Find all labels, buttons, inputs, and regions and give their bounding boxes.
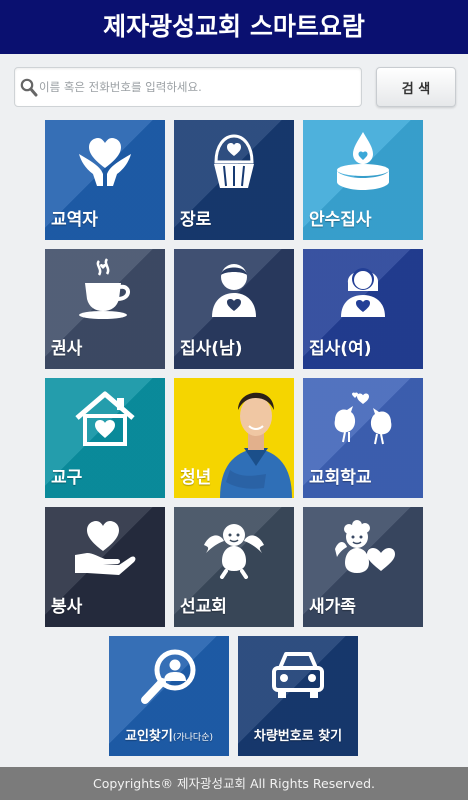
tile-find-by-car[interactable]: 차량번호로 찾기 — [238, 636, 358, 756]
tile-elders[interactable]: 장로 — [174, 120, 294, 240]
teacup-icon — [79, 258, 130, 319]
tile-deacon-male[interactable]: 집사(남) — [174, 249, 294, 369]
tile-youth[interactable]: 청년 — [174, 378, 294, 498]
tile-service[interactable]: 봉사 — [45, 507, 165, 627]
search-input[interactable] — [39, 74, 357, 100]
tile-district[interactable]: 교구 — [45, 378, 165, 498]
app-title: 제자광성교회 스마트요람 — [0, 0, 468, 54]
tile-find-member[interactable]: 교인찾기(가나다순) — [109, 636, 229, 756]
tile-new-family[interactable]: 새가족 — [303, 507, 423, 627]
tile-label: 새가족 — [309, 597, 356, 617]
tile-label: 선교회 — [180, 597, 227, 617]
tile-deacon-female[interactable]: 집사(여) — [303, 249, 423, 369]
tile-label: 교역자 — [51, 210, 98, 230]
tile-label: 장로 — [180, 210, 212, 230]
hand-heart-icon — [75, 521, 136, 575]
tile-label-sub: (가나다순) — [172, 733, 213, 743]
search-icon — [20, 78, 38, 97]
lovebirds-icon — [334, 392, 392, 445]
house-heart-icon — [75, 391, 135, 446]
tile-label: 청년 — [180, 468, 212, 488]
man-heart-icon — [212, 264, 256, 317]
tile-pastors[interactable]: 교역자 — [45, 120, 165, 240]
search-box[interactable] — [14, 67, 362, 107]
search-bar: 검 색 — [14, 67, 456, 107]
car-icon — [272, 652, 324, 698]
tile-kwonsa[interactable]: 권사 — [45, 249, 165, 369]
tile-label: 봉사 — [51, 597, 83, 617]
woman-heart-icon — [341, 268, 385, 317]
cherub-heart-icon — [335, 520, 395, 573]
tile-label: 권사 — [51, 339, 83, 359]
tile-mission[interactable]: 선교회 — [174, 507, 294, 627]
footer-copyright: Copyrights® 제자광성교회 All Rights Reserved. — [0, 767, 468, 800]
cupcake-heart-icon — [214, 134, 254, 188]
tile-label: 교구 — [51, 468, 83, 488]
tile-label: 교인찾기(가나다순) — [109, 725, 229, 744]
tile-label: 교회학교 — [309, 468, 372, 488]
tile-label: 안수집사 — [309, 210, 372, 230]
angel-icon — [204, 524, 264, 579]
search-button[interactable]: 검 색 — [376, 67, 456, 107]
magnifier-person-icon — [141, 649, 196, 704]
tile-deacons[interactable]: 안수집사 — [303, 120, 423, 240]
tile-label: 집사(남) — [180, 339, 243, 359]
tile-label: 차량번호로 찾기 — [253, 729, 343, 744]
candle-heart-icon — [337, 132, 389, 190]
tile-church-school[interactable]: 교회학교 — [303, 378, 423, 498]
tile-label: 집사(여) — [309, 339, 372, 359]
tile-label-main: 교인찾기 — [125, 729, 173, 744]
hands-heart-icon — [79, 138, 131, 186]
